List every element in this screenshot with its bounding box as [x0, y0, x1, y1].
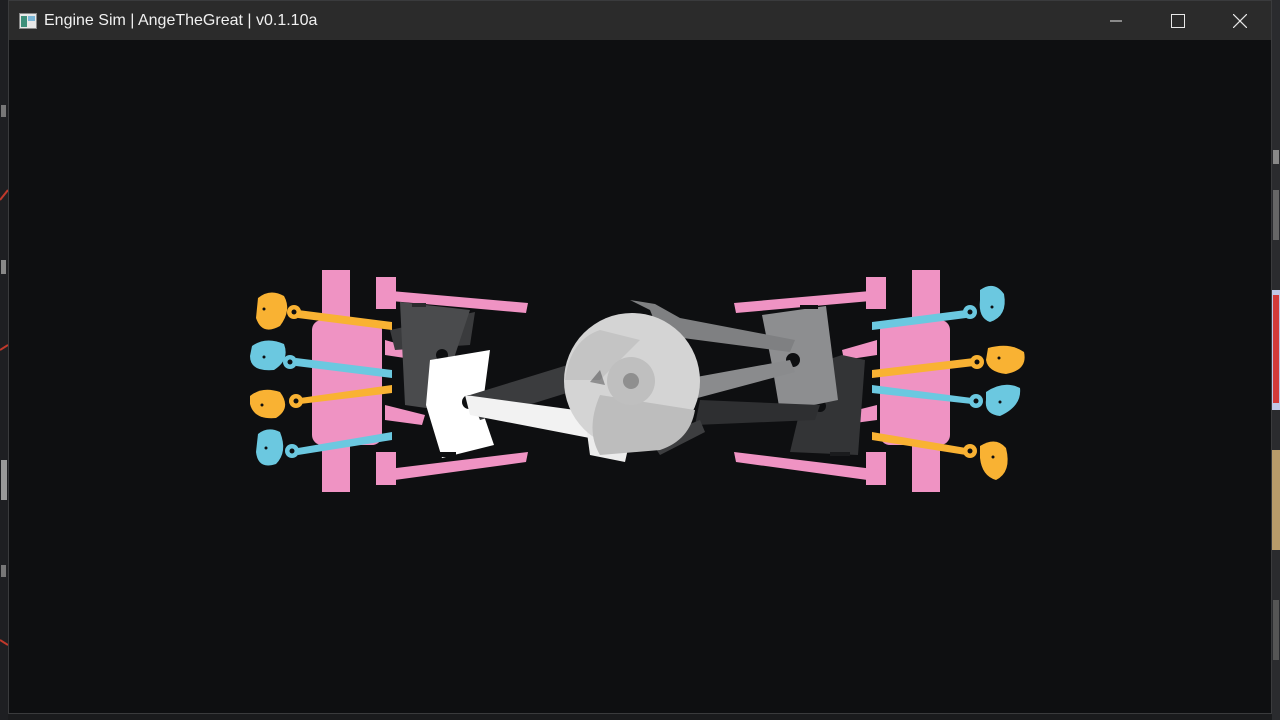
maximize-icon [1171, 13, 1185, 28]
maximize-button[interactable] [1147, 1, 1209, 40]
close-button[interactable] [1209, 1, 1271, 40]
window-title: Engine Sim | AngeTheGreat | v0.1.10a [44, 11, 318, 29]
right-piston-front [762, 305, 838, 412]
engine-render [250, 270, 1025, 492]
engine-viewport[interactable] [9, 40, 1271, 713]
title-bar[interactable]: Engine Sim | AngeTheGreat | v0.1.10a [9, 1, 1271, 40]
desktop-background-right [1272, 0, 1280, 720]
app-icon [19, 12, 37, 29]
app-window: Engine Sim | AngeTheGreat | v0.1.10a [8, 0, 1272, 714]
minimize-button[interactable] [1085, 1, 1147, 40]
close-icon [1233, 13, 1247, 28]
desktop-background-left [0, 0, 8, 720]
minimize-icon [1110, 20, 1122, 21]
